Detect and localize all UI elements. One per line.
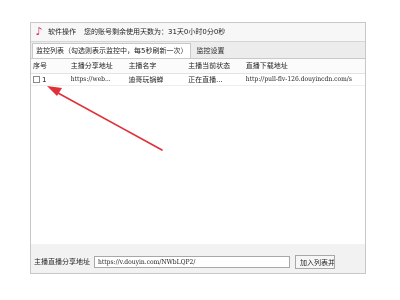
table-row[interactable]: 1 https://web... 迪哥玩锅蝉 正在直播... http://pu… <box>31 74 365 86</box>
share-url-input[interactable]: https://v.douyin.com/NWbLQP2/ <box>94 256 290 268</box>
monitor-checkbox[interactable] <box>33 76 40 83</box>
account-remaining-time: 您的账号剩余使用天数为：31天0小时0分0秒 <box>84 28 226 36</box>
column-header-index[interactable]: 序号 <box>31 61 69 71</box>
column-header-streamer-name[interactable]: 主播名字 <box>126 61 186 71</box>
app-window: ♪ 软件操作 您的账号剩余使用天数为：31天0小时0分0秒 监控列表（勾选则表示… <box>30 22 366 274</box>
row-download-url: http://pull-flv-126.douyincdn.com/s <box>245 76 352 83</box>
douyin-logo-icon: ♪ <box>35 25 43 38</box>
menu-software-operations[interactable]: 软件操作 <box>48 27 76 37</box>
title-bar: ♪ 软件操作 您的账号剩余使用天数为：31天0小时0分0秒 <box>31 23 365 42</box>
table-header: 序号 主播分享地址 主播名字 主播当前状态 直播下载地址 <box>31 59 365 74</box>
tab-monitor-list[interactable]: 监控列表（勾选则表示监控中，每5秒刷新一次） <box>32 43 192 58</box>
row-index: 1 <box>42 75 47 84</box>
add-streamer-bar: 主播直播分享地址 https://v.douyin.com/NWbLQP2/ 加… <box>31 249 365 273</box>
row-share-url: https://web... <box>70 76 111 83</box>
column-header-download-url[interactable]: 直播下载地址 <box>244 61 365 71</box>
row-status: 正在直播... <box>188 75 223 84</box>
monitor-table: 序号 主播分享地址 主播名字 主播当前状态 直播下载地址 1 https://w… <box>31 59 365 244</box>
column-header-share-url[interactable]: 主播分享地址 <box>69 61 127 71</box>
row-streamer-name: 迪哥玩锅蝉 <box>128 75 164 84</box>
share-url-label: 主播直播分享地址 <box>34 258 90 266</box>
row-index-cell: 1 <box>31 76 69 84</box>
column-header-status[interactable]: 主播当前状态 <box>186 61 244 71</box>
tab-monitor-settings[interactable]: 监控设置 <box>192 43 228 58</box>
tab-bar: 监控列表（勾选则表示监控中，每5秒刷新一次） 监控设置 <box>31 42 365 59</box>
add-to-list-button[interactable]: 加入列表并开 <box>295 255 335 269</box>
